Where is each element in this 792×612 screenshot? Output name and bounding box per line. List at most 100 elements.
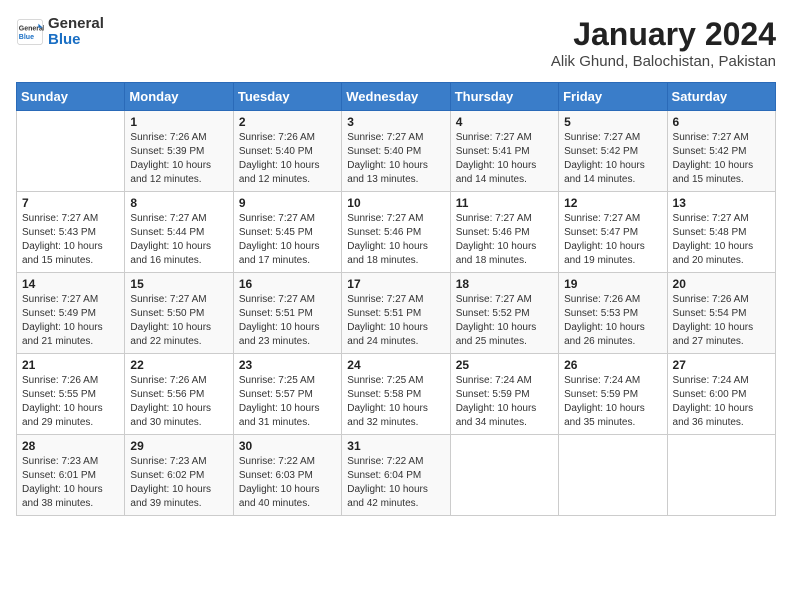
calendar-cell-w4d1: 21 Sunrise: 7:26 AM Sunset: 5:55 PM Dayl… (17, 354, 125, 435)
day-info: Sunrise: 7:27 AM Sunset: 5:47 PM Dayligh… (564, 212, 661, 268)
logo-icon: General Blue (16, 18, 44, 46)
day-number: 30 (239, 439, 336, 453)
calendar-cell-w2d7: 13 Sunrise: 7:27 AM Sunset: 5:48 PM Dayl… (667, 192, 775, 273)
day-number: 28 (22, 439, 119, 453)
calendar-cell-w1d7: 6 Sunrise: 7:27 AM Sunset: 5:42 PM Dayli… (667, 111, 775, 192)
day-info: Sunrise: 7:27 AM Sunset: 5:41 PM Dayligh… (456, 131, 553, 187)
day-info: Sunrise: 7:26 AM Sunset: 5:53 PM Dayligh… (564, 293, 661, 349)
day-info: Sunrise: 7:26 AM Sunset: 5:40 PM Dayligh… (239, 131, 336, 187)
day-info: Sunrise: 7:27 AM Sunset: 5:48 PM Dayligh… (673, 212, 770, 268)
day-number: 2 (239, 115, 336, 129)
day-info: Sunrise: 7:23 AM Sunset: 6:02 PM Dayligh… (130, 455, 227, 511)
calendar-cell-w1d4: 3 Sunrise: 7:27 AM Sunset: 5:40 PM Dayli… (342, 111, 450, 192)
day-info: Sunrise: 7:27 AM Sunset: 5:45 PM Dayligh… (239, 212, 336, 268)
logo-general-text: General (48, 15, 104, 32)
day-info: Sunrise: 7:25 AM Sunset: 5:58 PM Dayligh… (347, 374, 444, 430)
logo-blue-text: Blue (48, 31, 81, 48)
calendar-cell-w5d6 (559, 435, 667, 516)
day-number: 21 (22, 358, 119, 372)
logo: General Blue General Blue (16, 16, 104, 48)
day-info: Sunrise: 7:24 AM Sunset: 5:59 PM Dayligh… (564, 374, 661, 430)
calendar-cell-w3d3: 16 Sunrise: 7:27 AM Sunset: 5:51 PM Dayl… (233, 273, 341, 354)
calendar-cell-w4d7: 27 Sunrise: 7:24 AM Sunset: 6:00 PM Dayl… (667, 354, 775, 435)
day-info: Sunrise: 7:26 AM Sunset: 5:55 PM Dayligh… (22, 374, 119, 430)
day-info: Sunrise: 7:27 AM Sunset: 5:46 PM Dayligh… (347, 212, 444, 268)
day-number: 7 (22, 196, 119, 210)
month-year-title: January 2024 (551, 16, 776, 53)
calendar-cell-w5d5 (450, 435, 558, 516)
day-info: Sunrise: 7:22 AM Sunset: 6:03 PM Dayligh… (239, 455, 336, 511)
calendar-cell-w2d4: 10 Sunrise: 7:27 AM Sunset: 5:46 PM Dayl… (342, 192, 450, 273)
calendar-week-2: 7 Sunrise: 7:27 AM Sunset: 5:43 PM Dayli… (17, 192, 776, 273)
calendar-cell-w1d2: 1 Sunrise: 7:26 AM Sunset: 5:39 PM Dayli… (125, 111, 233, 192)
calendar-cell-w4d6: 26 Sunrise: 7:24 AM Sunset: 5:59 PM Dayl… (559, 354, 667, 435)
calendar-cell-w2d1: 7 Sunrise: 7:27 AM Sunset: 5:43 PM Dayli… (17, 192, 125, 273)
calendar-cell-w4d5: 25 Sunrise: 7:24 AM Sunset: 5:59 PM Dayl… (450, 354, 558, 435)
calendar-cell-w2d5: 11 Sunrise: 7:27 AM Sunset: 5:46 PM Dayl… (450, 192, 558, 273)
weekday-header-wednesday: Wednesday (342, 83, 450, 111)
day-number: 24 (347, 358, 444, 372)
calendar-cell-w3d7: 20 Sunrise: 7:26 AM Sunset: 5:54 PM Dayl… (667, 273, 775, 354)
day-info: Sunrise: 7:22 AM Sunset: 6:04 PM Dayligh… (347, 455, 444, 511)
day-number: 25 (456, 358, 553, 372)
day-info: Sunrise: 7:27 AM Sunset: 5:43 PM Dayligh… (22, 212, 119, 268)
weekday-header-friday: Friday (559, 83, 667, 111)
calendar-cell-w1d3: 2 Sunrise: 7:26 AM Sunset: 5:40 PM Dayli… (233, 111, 341, 192)
day-info: Sunrise: 7:23 AM Sunset: 6:01 PM Dayligh… (22, 455, 119, 511)
weekday-header-monday: Monday (125, 83, 233, 111)
day-number: 14 (22, 277, 119, 291)
day-number: 22 (130, 358, 227, 372)
day-info: Sunrise: 7:27 AM Sunset: 5:49 PM Dayligh… (22, 293, 119, 349)
weekday-header-sunday: Sunday (17, 83, 125, 111)
day-number: 19 (564, 277, 661, 291)
calendar-cell-w4d2: 22 Sunrise: 7:26 AM Sunset: 5:56 PM Dayl… (125, 354, 233, 435)
page-header: General Blue General Blue January 2024 A… (16, 16, 776, 70)
calendar-cell-w1d1 (17, 111, 125, 192)
day-info: Sunrise: 7:27 AM Sunset: 5:51 PM Dayligh… (347, 293, 444, 349)
calendar-cell-w5d3: 30 Sunrise: 7:22 AM Sunset: 6:03 PM Dayl… (233, 435, 341, 516)
day-number: 27 (673, 358, 770, 372)
calendar-week-5: 28 Sunrise: 7:23 AM Sunset: 6:01 PM Dayl… (17, 435, 776, 516)
day-info: Sunrise: 7:26 AM Sunset: 5:54 PM Dayligh… (673, 293, 770, 349)
svg-text:Blue: Blue (19, 34, 34, 41)
calendar-cell-w5d4: 31 Sunrise: 7:22 AM Sunset: 6:04 PM Dayl… (342, 435, 450, 516)
day-number: 29 (130, 439, 227, 453)
weekday-header-row: SundayMondayTuesdayWednesdayThursdayFrid… (17, 83, 776, 111)
calendar-title-area: January 2024 Alik Ghund, Balochistan, Pa… (551, 16, 776, 70)
calendar-cell-w3d4: 17 Sunrise: 7:27 AM Sunset: 5:51 PM Dayl… (342, 273, 450, 354)
calendar-cell-w3d6: 19 Sunrise: 7:26 AM Sunset: 5:53 PM Dayl… (559, 273, 667, 354)
day-number: 4 (456, 115, 553, 129)
day-number: 26 (564, 358, 661, 372)
day-info: Sunrise: 7:24 AM Sunset: 6:00 PM Dayligh… (673, 374, 770, 430)
calendar-cell-w2d2: 8 Sunrise: 7:27 AM Sunset: 5:44 PM Dayli… (125, 192, 233, 273)
day-number: 15 (130, 277, 227, 291)
day-info: Sunrise: 7:27 AM Sunset: 5:46 PM Dayligh… (456, 212, 553, 268)
calendar-week-1: 1 Sunrise: 7:26 AM Sunset: 5:39 PM Dayli… (17, 111, 776, 192)
weekday-header-saturday: Saturday (667, 83, 775, 111)
day-number: 1 (130, 115, 227, 129)
day-info: Sunrise: 7:26 AM Sunset: 5:39 PM Dayligh… (130, 131, 227, 187)
calendar-cell-w5d1: 28 Sunrise: 7:23 AM Sunset: 6:01 PM Dayl… (17, 435, 125, 516)
day-info: Sunrise: 7:27 AM Sunset: 5:50 PM Dayligh… (130, 293, 227, 349)
weekday-header-thursday: Thursday (450, 83, 558, 111)
calendar-table: SundayMondayTuesdayWednesdayThursdayFrid… (16, 82, 776, 516)
day-number: 9 (239, 196, 336, 210)
day-number: 5 (564, 115, 661, 129)
calendar-cell-w4d3: 23 Sunrise: 7:25 AM Sunset: 5:57 PM Dayl… (233, 354, 341, 435)
day-number: 3 (347, 115, 444, 129)
weekday-header-tuesday: Tuesday (233, 83, 341, 111)
location-subtitle: Alik Ghund, Balochistan, Pakistan (551, 53, 776, 70)
day-info: Sunrise: 7:27 AM Sunset: 5:44 PM Dayligh… (130, 212, 227, 268)
day-number: 17 (347, 277, 444, 291)
calendar-week-3: 14 Sunrise: 7:27 AM Sunset: 5:49 PM Dayl… (17, 273, 776, 354)
day-info: Sunrise: 7:25 AM Sunset: 5:57 PM Dayligh… (239, 374, 336, 430)
calendar-cell-w3d1: 14 Sunrise: 7:27 AM Sunset: 5:49 PM Dayl… (17, 273, 125, 354)
day-info: Sunrise: 7:27 AM Sunset: 5:42 PM Dayligh… (673, 131, 770, 187)
calendar-week-4: 21 Sunrise: 7:26 AM Sunset: 5:55 PM Dayl… (17, 354, 776, 435)
day-number: 16 (239, 277, 336, 291)
calendar-cell-w1d6: 5 Sunrise: 7:27 AM Sunset: 5:42 PM Dayli… (559, 111, 667, 192)
day-number: 10 (347, 196, 444, 210)
calendar-cell-w4d4: 24 Sunrise: 7:25 AM Sunset: 5:58 PM Dayl… (342, 354, 450, 435)
calendar-cell-w3d2: 15 Sunrise: 7:27 AM Sunset: 5:50 PM Dayl… (125, 273, 233, 354)
day-number: 23 (239, 358, 336, 372)
